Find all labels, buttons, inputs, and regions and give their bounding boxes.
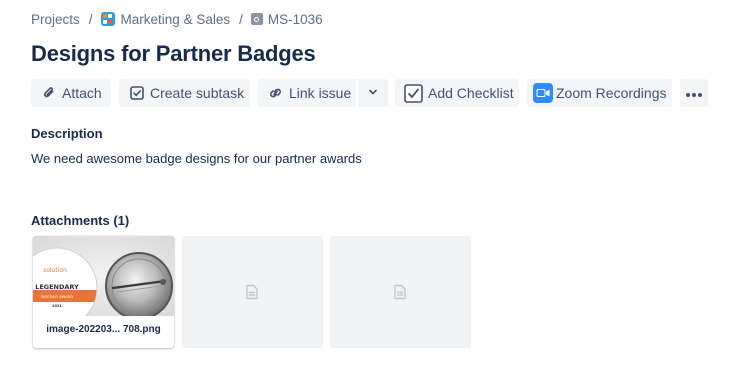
attachment-placeholder [182,236,323,348]
create-subtask-label: Create subtask [150,85,245,101]
more-actions-button[interactable] [680,79,708,107]
link-issue-dropdown-button[interactable] [358,79,388,107]
zoom-icon [533,83,553,103]
add-checklist-button[interactable]: Add Checklist [395,79,519,107]
badge-text-top: solution [43,267,67,274]
attachment-filename: image-202203... 708.png [46,324,161,335]
badge-text-band: PARTNER AWARD [41,294,74,299]
link-icon [267,85,284,101]
badge-text-year: 2021 [52,304,62,308]
breadcrumb-separator: / [239,11,243,27]
paperclip-icon [41,85,57,101]
add-checklist-label: Add Checklist [428,85,514,101]
link-issue-label: Link issue [289,85,352,101]
breadcrumb-issue-key[interactable]: MS-1036 [268,12,323,27]
link-issue-button[interactable]: Link issue [258,79,356,107]
project-avatar-icon[interactable] [100,12,115,26]
attachment-placeholder [330,236,471,348]
more-horizontal-icon [685,85,703,101]
attachment-card[interactable]: solution LEGENDARY PARTNER AWARD 2021 im… [33,236,174,348]
description-text[interactable]: We need awesome badge designs for our pa… [31,151,362,166]
subtask-icon [129,85,145,101]
zoom-recordings-label: Zoom Recordings [556,85,667,101]
badge-text-main: LEGENDARY [35,283,79,291]
breadcrumb-separator: / [88,11,93,27]
chevron-down-icon [367,85,379,101]
create-subtask-button[interactable]: Create subtask [119,79,250,107]
zoom-recordings-button[interactable]: Zoom Recordings [527,79,672,107]
attach-label: Attach [62,85,102,101]
document-icon [394,284,406,300]
badge-back-image [105,252,173,316]
attachment-thumbnail[interactable]: solution LEGENDARY PARTNER AWARD 2021 [33,236,174,316]
document-icon [246,284,258,300]
checklist-icon [404,83,423,103]
issue-type-icon [250,13,263,25]
description-heading: Description [31,126,103,141]
issue-title[interactable]: Designs for Partner Badges [31,41,316,67]
breadcrumb-project[interactable]: Marketing & Sales [121,12,231,27]
attachments-heading: Attachments (1) [31,213,130,228]
attach-button[interactable]: Attach [31,79,111,107]
breadcrumb: Projects / Marketing & Sales / MS-1036 [31,10,323,28]
breadcrumb-projects[interactable]: Projects [31,12,80,27]
